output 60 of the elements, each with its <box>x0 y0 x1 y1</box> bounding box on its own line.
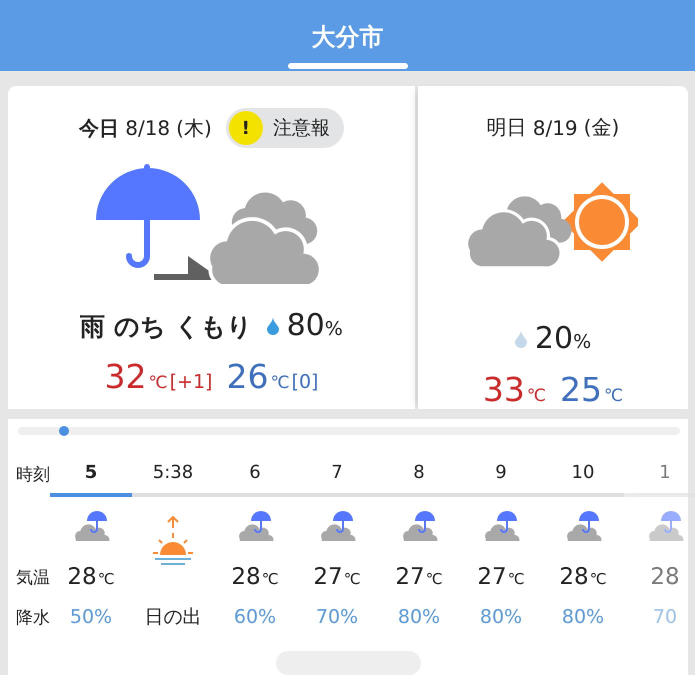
celsius-unit: ℃ <box>590 570 607 588</box>
low-temp: 26 <box>226 357 268 396</box>
day-label: 今日 <box>79 114 120 142</box>
hour-tab[interactable]: 8 <box>378 451 460 497</box>
hour-precip: 50% <box>70 606 112 628</box>
celsius-unit: ℃ <box>426 570 443 588</box>
date-text: 8/18 <box>125 116 170 140</box>
hour-precip: 80% <box>562 606 604 628</box>
hour-tab[interactable]: 5:38 <box>132 451 214 497</box>
hour-tab[interactable]: 7 <box>296 451 378 497</box>
hour-tab[interactable]: 6 <box>214 451 296 497</box>
timeline-track[interactable] <box>18 427 680 435</box>
row-label: 時刻 <box>16 464 50 486</box>
city-title: 大分市 <box>312 22 384 53</box>
hour-precip: 70% <box>316 606 358 628</box>
hour-temp: 28 <box>650 564 680 590</box>
hour-temp: 27 <box>395 564 425 590</box>
celsius-unit: ℃ <box>98 570 115 588</box>
celsius-unit: ℃ <box>344 570 361 588</box>
hour-precip: 60% <box>234 606 276 628</box>
day-label: 明日 <box>486 114 527 142</box>
percent-unit: % <box>573 331 592 353</box>
timeline-thumb[interactable] <box>59 426 70 436</box>
hour-temp: 27 <box>313 564 343 590</box>
hour-precip: 70 <box>652 606 678 628</box>
hour-tab[interactable]: 1 <box>624 451 695 497</box>
hour-temp: 28 <box>67 564 97 590</box>
precip-value: 20 <box>534 321 574 356</box>
high-temp: 33 <box>482 370 525 409</box>
low-temp-change: [0] <box>292 371 318 393</box>
weekday-text: (木) <box>176 114 212 142</box>
low-temp: 25 <box>560 370 602 409</box>
celsius-unit: ℃ <box>508 570 525 588</box>
hour-temp: 27 <box>477 564 507 590</box>
weather-text: 雨 のち くもり <box>80 311 253 343</box>
precip-value: 80 <box>286 308 325 343</box>
hour-precip: 80% <box>398 606 440 628</box>
hour-tab[interactable]: 5 <box>50 451 132 497</box>
hour-temp: 28 <box>559 564 589 590</box>
high-temp: 32 <box>104 357 147 396</box>
celsius-unit: ℃ <box>526 386 546 406</box>
raindrop-icon <box>514 330 527 348</box>
sunrise-label: 日の出 <box>144 605 202 630</box>
celsius-unit: ℃ <box>270 373 290 393</box>
celsius-unit: ℃ <box>262 570 279 588</box>
high-temp-change: [+1] <box>170 371 212 393</box>
celsius-unit: ℃ <box>148 373 168 393</box>
warning-icon: ! <box>228 111 263 145</box>
row-label: 降水 <box>16 606 50 628</box>
celsius-unit: ℃ <box>604 386 624 406</box>
hour-temp: 28 <box>231 564 261 590</box>
date-text: 8/19 <box>532 116 578 140</box>
raindrop-icon <box>266 317 279 335</box>
percent-unit: % <box>324 318 343 340</box>
row-label: 気温 <box>16 566 50 588</box>
hour-tab[interactable]: 9 <box>460 451 542 497</box>
warning-badge[interactable]: ! 注意報 <box>226 108 344 148</box>
hour-tab[interactable]: 10 <box>542 451 624 497</box>
hour-precip: 80% <box>480 606 522 628</box>
weekday-text: (金) <box>584 114 620 142</box>
